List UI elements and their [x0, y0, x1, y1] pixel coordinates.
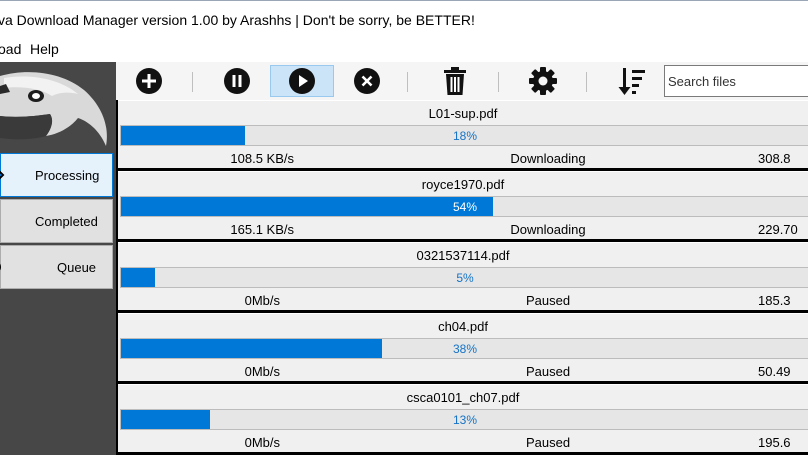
menu-download[interactable]: oad [0, 41, 21, 57]
sort-button[interactable] [616, 65, 648, 97]
download-speed: 0Mb/s [244, 364, 280, 379]
nav-queue-label: Queue [57, 260, 97, 275]
progress-bar: 38% [120, 338, 808, 359]
progress-label: 54% [452, 200, 478, 214]
file-name: csca0101_ch07.pdf [406, 390, 520, 405]
download-status: Paused [525, 293, 571, 308]
menu-bar: oad Help [0, 38, 808, 62]
progress-label: 38% [452, 342, 478, 356]
add-download-button[interactable] [133, 65, 165, 97]
download-status: Paused [525, 435, 571, 450]
processing-icon [0, 166, 5, 184]
nav-processing-label: Processing [35, 168, 100, 183]
settings-button[interactable] [527, 65, 559, 97]
progress-bar: 18% [120, 125, 808, 146]
download-status: Downloading [510, 222, 586, 237]
delete-button[interactable] [439, 65, 471, 97]
file-size: 195.6 [758, 435, 791, 450]
window-title: va Download Manager version 1.00 by Aras… [0, 12, 475, 28]
file-size: 50.49 [758, 364, 791, 379]
separator [498, 72, 499, 92]
nav-queue[interactable]: Queue [0, 245, 113, 289]
progress-bar: 54% [120, 196, 808, 217]
cancel-icon [354, 68, 380, 94]
file-name: royce1970.pdf [421, 177, 505, 192]
trash-icon [444, 67, 466, 95]
progress-label: 18% [452, 129, 478, 143]
download-speed: 0Mb/s [244, 293, 280, 308]
pause-button[interactable] [221, 65, 253, 97]
sort-icon [618, 68, 645, 95]
download-status: Downloading [510, 151, 586, 166]
add-icon [136, 68, 162, 94]
queue-icon [0, 258, 5, 276]
resume-button[interactable] [270, 65, 334, 97]
toolbar [116, 62, 808, 100]
file-size: 229.70 [758, 222, 798, 237]
menu-help[interactable]: Help [30, 41, 59, 57]
file-name: 0321537114.pdf [416, 248, 510, 263]
download-item[interactable]: csca0101_ch07.pdf 13% 0Mb/s Paused 195.6 [118, 384, 808, 452]
file-name: L01-sup.pdf [428, 106, 498, 121]
progress-bar: 13% [120, 409, 808, 430]
nav-completed[interactable]: Completed [0, 199, 113, 243]
file-name: ch04.pdf [438, 319, 488, 334]
separator [407, 72, 408, 92]
download-item[interactable]: royce1970.pdf 54% 165.1 KB/s Downloading… [118, 171, 808, 239]
separator [586, 72, 587, 92]
eagle-icon [0, 62, 116, 152]
cancel-button[interactable] [351, 65, 383, 97]
gear-icon [529, 67, 557, 95]
progress-label: 5% [456, 271, 474, 285]
download-speed: 108.5 KB/s [230, 151, 294, 166]
download-status: Paused [525, 364, 571, 379]
download-list: L01-sup.pdf 18% 108.5 KB/s Downloading 3… [116, 100, 808, 455]
file-size: 308.8 [758, 151, 791, 166]
nav-processing[interactable]: Processing [0, 153, 113, 197]
download-item[interactable]: ch04.pdf 38% 0Mb/s Paused 50.49 [118, 313, 808, 381]
download-speed: 165.1 KB/s [230, 222, 294, 237]
title-bar: va Download Manager version 1.00 by Aras… [0, 0, 808, 38]
file-size: 185.3 [758, 293, 791, 308]
download-item[interactable]: 0321537114.pdf 5% 0Mb/s Paused 185.3 [118, 242, 808, 310]
progress-bar: 5% [120, 267, 808, 288]
sidebar: Processing Completed Queue [0, 62, 116, 455]
pause-icon [224, 68, 250, 94]
nav-completed-label: Completed [35, 214, 98, 229]
progress-label: 13% [452, 413, 478, 427]
separator [192, 72, 193, 92]
download-speed: 0Mb/s [244, 435, 280, 450]
search-input[interactable] [664, 65, 808, 97]
play-icon [289, 68, 315, 94]
download-item[interactable]: L01-sup.pdf 18% 108.5 KB/s Downloading 3… [118, 100, 808, 168]
